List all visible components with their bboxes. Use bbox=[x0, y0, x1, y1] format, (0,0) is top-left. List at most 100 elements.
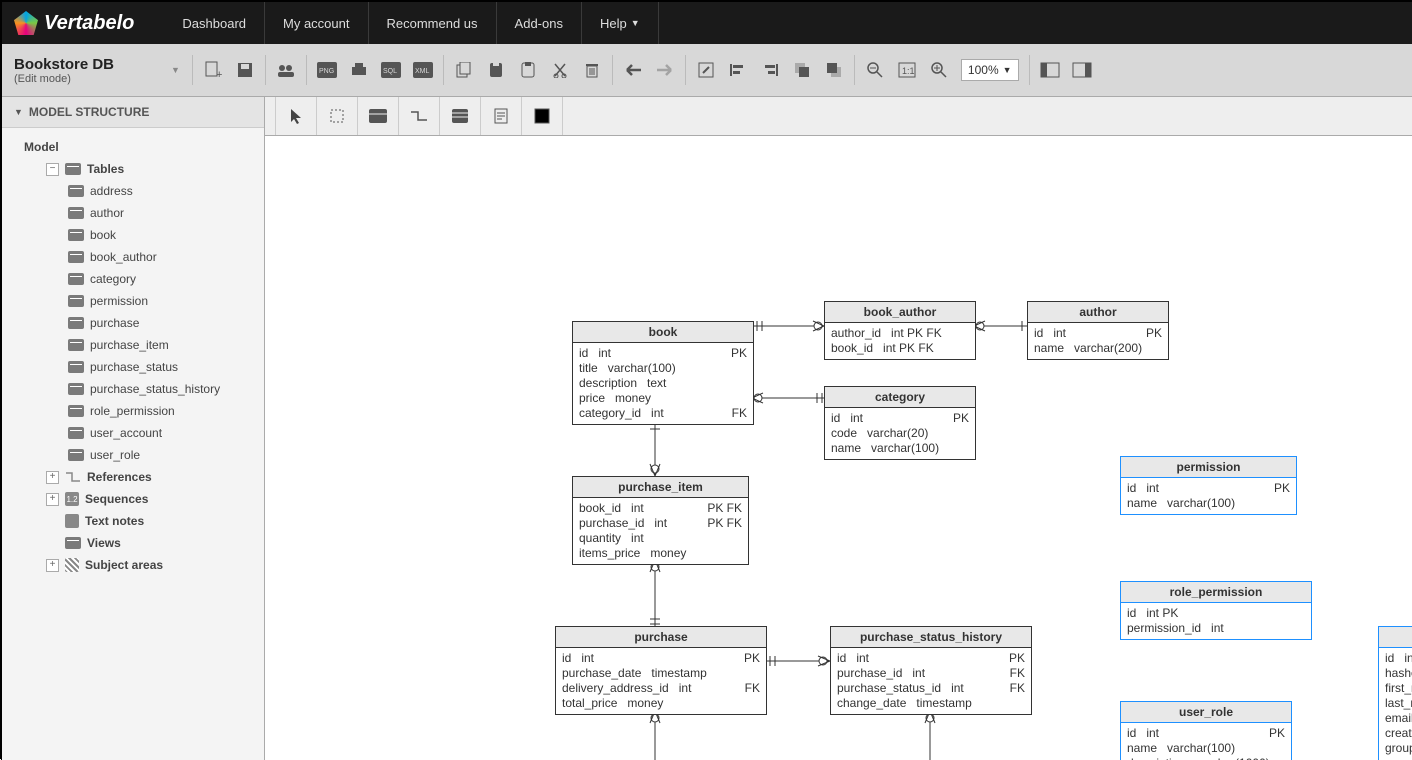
align-right-button[interactable] bbox=[756, 54, 784, 86]
tree-table-role_permission[interactable]: role_permission bbox=[10, 400, 264, 422]
paste-button[interactable] bbox=[482, 54, 510, 86]
column-row[interactable]: namevarchar(100) bbox=[1127, 496, 1290, 511]
send-back-button[interactable] bbox=[788, 54, 816, 86]
column-row[interactable]: author_idint PK FK bbox=[831, 326, 969, 341]
column-row[interactable]: pricemoney bbox=[579, 391, 747, 406]
tree-sequences[interactable]: +1.2Sequences bbox=[10, 488, 264, 510]
tree-table-purchase_status_history[interactable]: purchase_status_history bbox=[10, 378, 264, 400]
column-row[interactable]: descriptionvarchar(1000) bbox=[1127, 756, 1285, 760]
column-row[interactable]: emailvarchar(254) bbox=[1385, 711, 1412, 726]
column-row[interactable]: idintPK bbox=[837, 651, 1025, 666]
diagram-canvas[interactable]: bookidintPKtitlevarchar(100)descriptiont… bbox=[265, 136, 1412, 760]
tree-table-user_role[interactable]: user_role bbox=[10, 444, 264, 466]
tree-references[interactable]: +References bbox=[10, 466, 264, 488]
zoom-in-button[interactable] bbox=[925, 54, 953, 86]
align-left-button[interactable] bbox=[724, 54, 752, 86]
entity-book_author[interactable]: book_authorauthor_idint PK FKbook_idint … bbox=[824, 301, 976, 360]
tree-table-purchase[interactable]: purchase bbox=[10, 312, 264, 334]
zoom-out-button[interactable] bbox=[861, 54, 889, 86]
column-row[interactable]: category_idintFK bbox=[579, 406, 747, 421]
entity-user_role[interactable]: user_roleidintPKnamevarchar(100)descript… bbox=[1120, 701, 1292, 760]
bring-front-button[interactable] bbox=[820, 54, 848, 86]
entity-role_permission[interactable]: role_permissionidint PKpermission_idint bbox=[1120, 581, 1312, 640]
column-row[interactable]: delivery_address_idintFK bbox=[562, 681, 760, 696]
panel-right-toggle[interactable] bbox=[1068, 54, 1096, 86]
tree-table-user_account[interactable]: user_account bbox=[10, 422, 264, 444]
column-row[interactable]: namevarchar(200) bbox=[1034, 341, 1162, 356]
column-row[interactable]: idintPK bbox=[1034, 326, 1162, 341]
entity-purchase_item[interactable]: purchase_itembook_idintPK FKpurchase_idi… bbox=[572, 476, 749, 565]
document-title-block[interactable]: Bookstore DB (Edit mode) bbox=[10, 56, 169, 85]
entity-category[interactable]: categoryidintPKcodevarchar(20)namevarcha… bbox=[824, 386, 976, 460]
tree-subject-areas[interactable]: +Subject areas bbox=[10, 554, 264, 576]
print-button[interactable] bbox=[345, 54, 373, 86]
zoom-fit-button[interactable]: 1:1 bbox=[893, 54, 921, 86]
column-row[interactable]: quantityint bbox=[579, 531, 742, 546]
column-row[interactable]: purchase_status_idintFK bbox=[837, 681, 1025, 696]
column-row[interactable]: idintPK bbox=[562, 651, 760, 666]
redo-button[interactable] bbox=[651, 54, 679, 86]
column-row[interactable]: purchase_idintFK bbox=[837, 666, 1025, 681]
entity-author[interactable]: authoridintPKnamevarchar(200) bbox=[1027, 301, 1169, 360]
column-row[interactable]: titlevarchar(100) bbox=[579, 361, 747, 376]
column-row[interactable]: permission_idint bbox=[1127, 621, 1305, 636]
tree-table-permission[interactable]: permission bbox=[10, 290, 264, 312]
tree-views[interactable]: Views bbox=[10, 532, 264, 554]
nav-addons[interactable]: Add-ons bbox=[497, 2, 582, 44]
column-row[interactable]: hashed_passwordvarchar(100) bbox=[1385, 666, 1412, 681]
nav-my-account[interactable]: My account bbox=[265, 2, 368, 44]
tree-table-book[interactable]: book bbox=[10, 224, 264, 246]
select-tool[interactable] bbox=[317, 97, 358, 135]
add-reference-tool[interactable] bbox=[399, 97, 440, 135]
column-row[interactable]: items_pricemoney bbox=[579, 546, 742, 561]
column-row[interactable]: book_idint PK FK bbox=[831, 341, 969, 356]
column-row[interactable]: codevarchar(20) bbox=[831, 426, 969, 441]
undo-button[interactable] bbox=[619, 54, 647, 86]
tree-textnotes[interactable]: Text notes bbox=[10, 510, 264, 532]
tree-tables[interactable]: −Tables bbox=[10, 158, 264, 180]
zoom-select[interactable]: 100%▼ bbox=[961, 59, 1019, 81]
delete-button[interactable] bbox=[578, 54, 606, 86]
column-row[interactable]: namevarchar(100) bbox=[1127, 741, 1285, 756]
collapse-icon[interactable]: − bbox=[46, 163, 59, 176]
entity-permission[interactable]: permissionidintPKnamevarchar(100) bbox=[1120, 456, 1297, 515]
expand-icon[interactable]: + bbox=[46, 493, 59, 506]
nav-help[interactable]: Help▼ bbox=[582, 2, 659, 44]
logo[interactable]: Vertabelo bbox=[14, 11, 134, 35]
column-row[interactable]: user_role_idint bbox=[1385, 756, 1412, 760]
tree-table-category[interactable]: category bbox=[10, 268, 264, 290]
column-row[interactable]: idintPK bbox=[579, 346, 747, 361]
export-png-button[interactable]: PNG bbox=[313, 54, 341, 86]
pointer-tool[interactable] bbox=[275, 97, 317, 135]
new-file-button[interactable]: + bbox=[199, 54, 227, 86]
export-sql-button[interactable]: SQL bbox=[377, 54, 405, 86]
column-row[interactable]: createdtimestamp bbox=[1385, 726, 1412, 741]
add-table-tool[interactable] bbox=[358, 97, 399, 135]
entity-book[interactable]: bookidintPKtitlevarchar(100)descriptiont… bbox=[572, 321, 754, 425]
entity-user_account[interactable]: user_accountidintPKhashed_passwordvarcha… bbox=[1378, 626, 1412, 760]
entity-purchase_status_history[interactable]: purchase_status_historyidintPKpurchase_i… bbox=[830, 626, 1032, 715]
column-row[interactable]: idint PK bbox=[1127, 606, 1305, 621]
column-row[interactable]: descriptiontext bbox=[579, 376, 747, 391]
cut-button[interactable] bbox=[546, 54, 574, 86]
tree-table-book_author[interactable]: book_author bbox=[10, 246, 264, 268]
column-row[interactable]: first_namevarchar(100) bbox=[1385, 681, 1412, 696]
column-row[interactable]: purchase_datetimestamp bbox=[562, 666, 760, 681]
tree-table-purchase_status[interactable]: purchase_status bbox=[10, 356, 264, 378]
tree-table-purchase_item[interactable]: purchase_item bbox=[10, 334, 264, 356]
sidebar-header[interactable]: ▼ MODEL STRUCTURE bbox=[2, 97, 264, 128]
clipboard-button[interactable] bbox=[514, 54, 542, 86]
column-row[interactable]: group_idint bbox=[1385, 741, 1412, 756]
nav-recommend[interactable]: Recommend us bbox=[369, 2, 497, 44]
add-view-tool[interactable] bbox=[440, 97, 481, 135]
column-row[interactable]: purchase_idintPK FK bbox=[579, 516, 742, 531]
column-row[interactable]: last_namevarchar(100) bbox=[1385, 696, 1412, 711]
column-row[interactable]: idintPK bbox=[831, 411, 969, 426]
tree-table-address[interactable]: address bbox=[10, 180, 264, 202]
entity-purchase[interactable]: purchaseidintPKpurchase_datetimestampdel… bbox=[555, 626, 767, 715]
column-row[interactable]: namevarchar(100) bbox=[831, 441, 969, 456]
doc-dropdown-icon[interactable]: ▼ bbox=[171, 65, 180, 75]
column-row[interactable]: change_datetimestamp bbox=[837, 696, 1025, 711]
expand-icon[interactable]: + bbox=[46, 471, 59, 484]
edit-button[interactable] bbox=[692, 54, 720, 86]
